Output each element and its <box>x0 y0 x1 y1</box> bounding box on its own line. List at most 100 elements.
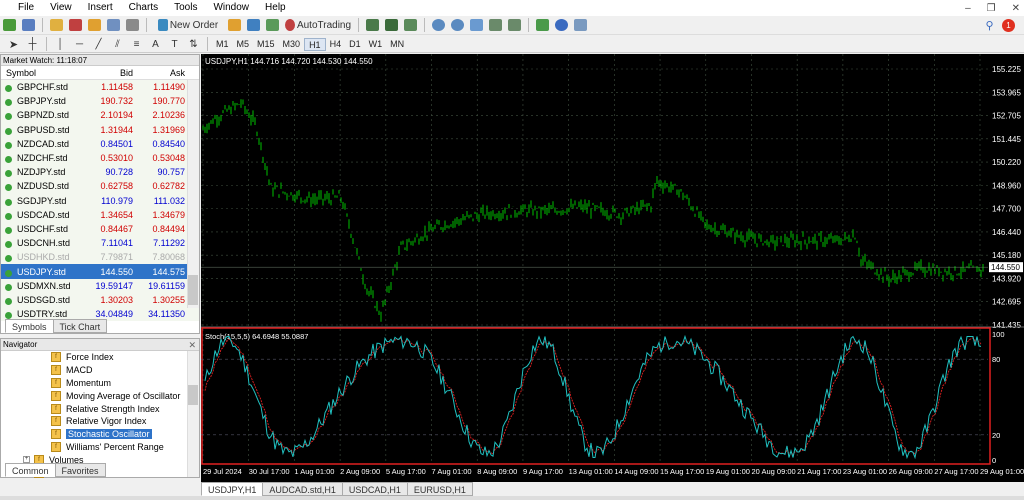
arrows-button[interactable]: ⇅ <box>186 37 201 52</box>
tester-button[interactable] <box>125 18 140 33</box>
tile-windows-button[interactable] <box>469 18 484 33</box>
close-icon[interactable]: ✕ <box>188 339 196 351</box>
timeframe-h4[interactable]: H4 <box>326 38 346 51</box>
profiles-button[interactable] <box>21 18 36 33</box>
menu-file[interactable]: File <box>4 0 42 16</box>
market-watch-row[interactable]: GBPNZD.std 2.10194 2.10236 <box>1 108 199 123</box>
horizontal-line-button[interactable]: ─ <box>72 37 87 52</box>
timeframe-m5[interactable]: M5 <box>233 38 254 51</box>
indicator-item[interactable]: f Momentum <box>1 377 199 390</box>
tab-symbols[interactable]: Symbols <box>5 319 54 333</box>
market-watch-row[interactable]: NZDCHF.std 0.53010 0.53048 <box>1 150 199 166</box>
indicator-item[interactable]: f Relative Strength Index <box>1 402 199 415</box>
market-watch-row[interactable]: USDHKD.std 7.79871 7.80068 <box>1 250 199 265</box>
scrollbar-thumb[interactable] <box>188 385 198 405</box>
menu-help[interactable]: Help <box>257 0 294 16</box>
cursor-button[interactable]: ➤ <box>6 37 21 52</box>
market-watch-row[interactable]: NZDCAD.std 0.84501 0.84540 <box>1 136 199 151</box>
chart-window[interactable]: 155.225 153.965 152.705 151.445 150.220 148.9… <box>201 54 1024 482</box>
tab-tick-chart[interactable]: Tick Chart <box>52 319 108 333</box>
navigator-button[interactable] <box>87 18 102 33</box>
close-icon[interactable]: ✕ <box>1012 3 1020 14</box>
data-window-button[interactable] <box>68 18 83 33</box>
bid-column-header[interactable]: Bid <box>87 68 133 78</box>
trendline-button[interactable]: ╱ <box>91 37 106 52</box>
market-watch-button[interactable] <box>49 18 64 33</box>
market-watch-row[interactable]: USDCNH.std 7.11041 7.11292 <box>1 236 199 251</box>
menu-view[interactable]: View <box>42 0 80 16</box>
crosshair-button[interactable]: ┼ <box>25 37 40 52</box>
new-chart-button[interactable] <box>2 18 17 33</box>
channel-button[interactable]: ⫽ <box>110 37 125 52</box>
chart-tab-usdjpy[interactable]: USDJPY,H1 <box>201 482 264 496</box>
chart-shift-button[interactable] <box>488 18 503 33</box>
indicator-item[interactable]: f Moving Average of Oscillator <box>1 389 199 402</box>
restore-icon[interactable]: ❐ <box>987 3 996 14</box>
market-watch-row[interactable]: NZDJPY.std 90.728 90.757 <box>1 165 199 180</box>
menu-window[interactable]: Window <box>205 0 257 16</box>
indicator-item[interactable]: f Relative Vigor Index <box>1 415 199 428</box>
fibonacci-button[interactable]: ≡ <box>129 37 144 52</box>
chart-tab-eurusd[interactable]: EURUSD,H1 <box>406 482 473 496</box>
text-button[interactable]: A <box>148 37 163 52</box>
bar-chart-button[interactable] <box>365 18 380 33</box>
market-watch-row[interactable]: GBPUSD.std 1.31944 1.31969 <box>1 122 199 137</box>
menu-tools[interactable]: Tools <box>166 0 205 16</box>
market-watch-row[interactable]: USDMXN.std 19.59147 19.61159 <box>1 278 199 293</box>
minimize-icon[interactable]: – <box>965 3 971 14</box>
menu-charts[interactable]: Charts <box>121 0 166 16</box>
market-watch-row[interactable]: GBPCHF.std 1.11458 1.11490 <box>1 80 199 95</box>
tab-common[interactable]: Common <box>5 463 56 477</box>
navigator-scrollbar[interactable] <box>187 351 199 477</box>
indicator-item[interactable]: f MACD <box>1 364 199 377</box>
indicators-button[interactable] <box>535 18 550 33</box>
chart-tab-usdcad[interactable]: USDCAD,H1 <box>341 482 408 496</box>
chart-tab-audcad[interactable]: AUDCAD.std,H1 <box>262 482 343 496</box>
ask-column-header[interactable]: Ask <box>133 68 185 78</box>
menu-insert[interactable]: Insert <box>80 0 121 16</box>
market-watch-row[interactable]: USDSGD.std 1.30203 1.30255 <box>1 292 199 307</box>
timeframe-m30[interactable]: M30 <box>279 38 305 51</box>
signals-button[interactable] <box>246 18 261 33</box>
candlestick-button[interactable] <box>384 18 399 33</box>
metaeditor-button[interactable] <box>227 18 242 33</box>
templates-button[interactable] <box>573 18 588 33</box>
zoom-out-button[interactable] <box>450 18 465 33</box>
tab-favorites[interactable]: Favorites <box>54 463 106 477</box>
scrollbar-thumb[interactable] <box>188 275 198 305</box>
market-watch-row[interactable]: USDJPY.std 144.550 144.575 <box>1 264 199 279</box>
market-watch-icon <box>50 19 63 31</box>
chart-canvas[interactable]: 155.225 153.965 152.705 151.445 150.220 148.9… <box>201 54 1024 482</box>
timeframe-h1[interactable]: H1 <box>304 37 326 51</box>
timeframe-mn[interactable]: MN <box>386 38 408 51</box>
market-button[interactable] <box>265 18 280 33</box>
autoscroll-button[interactable] <box>507 18 522 33</box>
line-chart-button[interactable] <box>403 18 418 33</box>
autotrading-button[interactable]: AutoTrading <box>284 18 352 33</box>
market-watch-row[interactable]: USDCAD.std 1.34654 1.34679 <box>1 207 199 222</box>
timeframe-m15[interactable]: M15 <box>253 38 279 51</box>
market-watch-scrollbar[interactable] <box>187 80 199 308</box>
timeframe-d1[interactable]: D1 <box>345 38 365 51</box>
indicator-item[interactable]: f Williams' Percent Range <box>1 441 199 454</box>
new-order-button[interactable]: New Order <box>153 18 223 33</box>
notifications-button[interactable]: 1 <box>1001 18 1016 33</box>
timeframe-w1[interactable]: W1 <box>365 38 387 51</box>
text-label-button[interactable]: T <box>167 37 182 52</box>
zoom-in-button[interactable] <box>431 18 446 33</box>
market-watch-row[interactable]: GBPJPY.std 190.732 190.770 <box>1 94 199 109</box>
search-button[interactable]: ⚲ <box>982 18 997 33</box>
timeframe-m1[interactable]: M1 <box>212 38 233 51</box>
periods-button[interactable] <box>554 18 569 33</box>
indicator-item[interactable]: f Force Index <box>1 351 199 364</box>
market-watch-row[interactable]: NZDUSD.std 0.62758 0.62782 <box>1 179 199 194</box>
time-axis-label: 20 Aug 09:00 <box>751 467 795 476</box>
notification-badge: 1 <box>1002 18 1015 32</box>
indicator-item[interactable]: f Stochastic Oscillator <box>1 428 199 441</box>
vertical-line-button[interactable]: │ <box>53 37 68 52</box>
market-watch-row[interactable]: SGDJPY.std 110.979 111.032 <box>1 193 199 208</box>
symbol-column-header[interactable]: Symbol <box>1 68 87 78</box>
ask-price: 1.11490 <box>153 82 185 93</box>
market-watch-row[interactable]: USDCHF.std 0.84467 0.84494 <box>1 221 199 237</box>
terminal-button[interactable] <box>106 18 121 33</box>
